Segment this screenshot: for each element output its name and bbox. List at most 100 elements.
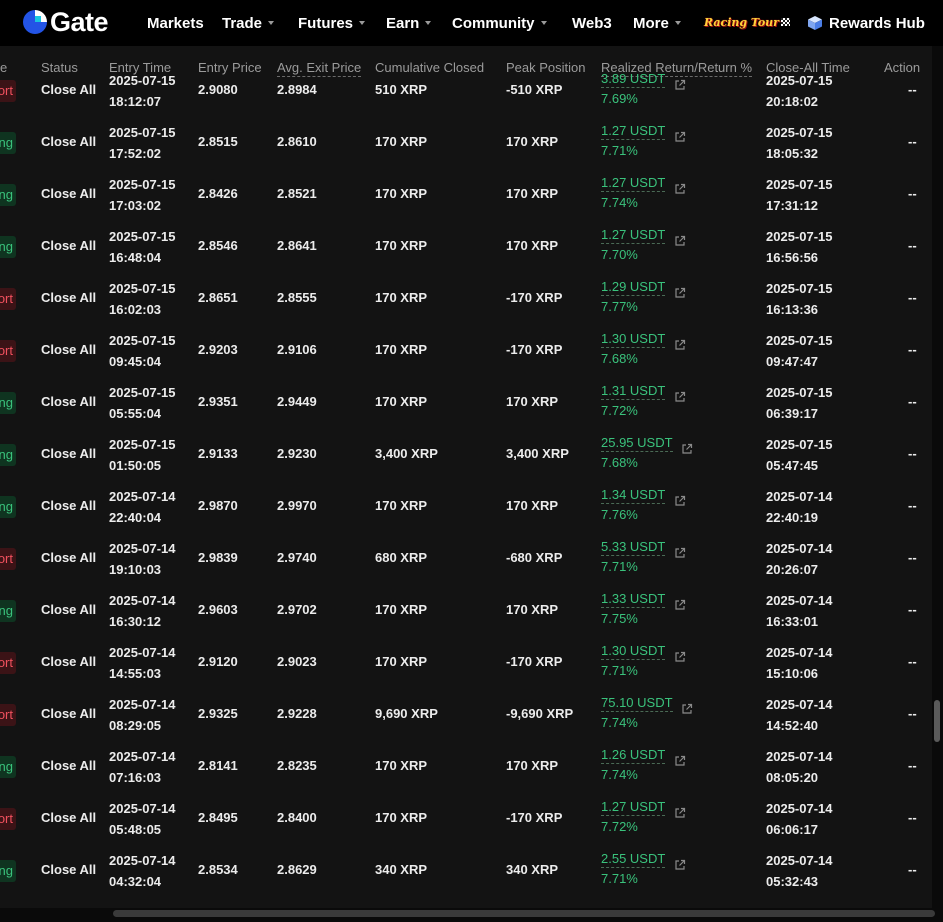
side-badge: ort: [0, 288, 16, 310]
realized-return-amount[interactable]: 1.27 USDT: [601, 798, 666, 816]
share-external-icon[interactable]: [674, 339, 686, 351]
racing-tour-promo[interactable]: Racing Tour: [704, 13, 790, 31]
entry-date: 2025-07-14: [109, 801, 176, 816]
realized-return-percent: 7.75%: [601, 611, 638, 626]
realized-return-amount[interactable]: 25.95 USDT: [601, 434, 673, 452]
close-all-time-cell: 2025-07-14 08:05:20: [766, 746, 833, 788]
share-external-icon[interactable]: [674, 183, 686, 195]
nav-futures[interactable]: Futures: [298, 0, 366, 46]
cumulative-closed-cell: 9,690 XRP: [375, 706, 438, 721]
peak-position-cell: 170 XRP: [506, 498, 559, 513]
share-external-icon[interactable]: [681, 443, 693, 455]
realized-return-amount[interactable]: 1.27 USDT: [601, 122, 666, 140]
entry-time-cell: 2025-07-14 14:55:03: [109, 642, 176, 684]
entry-clock: 04:32:04: [109, 874, 162, 889]
close-clock: 16:33:01: [766, 614, 819, 629]
entry-price-cell: 2.8515: [198, 134, 238, 149]
entry-price-cell: 2.9203: [198, 342, 238, 357]
realized-return-amount[interactable]: 1.33 USDT: [601, 590, 666, 608]
nav-earn[interactable]: Earn: [386, 0, 432, 46]
vertical-scrollbar-track[interactable]: [932, 46, 943, 912]
entry-clock: 22:40:04: [109, 510, 162, 525]
realized-return-amount[interactable]: 1.30 USDT: [601, 330, 666, 348]
close-date: 2025-07-14: [766, 645, 833, 660]
nav-web3[interactable]: Web3: [572, 0, 612, 46]
nav-markets[interactable]: Markets: [147, 0, 204, 46]
realized-return-amount[interactable]: 1.27 USDT: [601, 226, 666, 244]
share-external-icon[interactable]: [674, 79, 686, 91]
share-external-icon[interactable]: [674, 547, 686, 559]
realized-return-amount[interactable]: 1.34 USDT: [601, 486, 666, 504]
share-external-icon[interactable]: [674, 807, 686, 819]
entry-time-cell: 2025-07-15 17:03:02: [109, 174, 176, 216]
share-external-icon[interactable]: [674, 131, 686, 143]
realized-return-amount[interactable]: 1.27 USDT: [601, 174, 666, 192]
side-badge: ort: [0, 704, 16, 726]
share-external-icon[interactable]: [674, 651, 686, 663]
close-clock: 05:32:43: [766, 874, 819, 889]
avg-exit-price-cell: 2.8555: [277, 290, 317, 305]
checkered-flag-icon: [780, 18, 790, 26]
entry-clock: 08:29:05: [109, 718, 162, 733]
horizontal-scrollbar-thumb[interactable]: [113, 910, 935, 917]
entry-price-cell: 2.9325: [198, 706, 238, 721]
entry-date: 2025-07-14: [109, 489, 176, 504]
peak-position-cell: -510 XRP: [506, 82, 563, 97]
close-all-time-cell: 2025-07-15 06:39:17: [766, 382, 833, 424]
share-external-icon[interactable]: [681, 703, 693, 715]
entry-price-cell: 2.8534: [198, 862, 238, 877]
nav-more[interactable]: More: [633, 0, 681, 46]
entry-date: 2025-07-15: [109, 281, 176, 296]
table-row: ort Close All 2025-07-15 16:02:03 2.8651 2.85…: [0, 273, 932, 325]
entry-date: 2025-07-14: [109, 749, 176, 764]
close-clock: 22:40:19: [766, 510, 819, 525]
realized-return-amount[interactable]: 1.29 USDT: [601, 278, 666, 296]
realized-return-cell: 1.27 USDT 7.72%: [601, 798, 666, 837]
share-external-icon[interactable]: [674, 235, 686, 247]
entry-price-cell: 2.8651: [198, 290, 238, 305]
realized-return-amount[interactable]: 1.31 USDT: [601, 382, 666, 400]
table-row: ng Close All 2025-07-14 16:30:12 2.9603 2.970…: [0, 585, 932, 637]
realized-return-amount[interactable]: 2.55 USDT: [601, 850, 666, 868]
peak-position-cell: 170 XRP: [506, 238, 559, 253]
peak-position-cell: 170 XRP: [506, 602, 559, 617]
share-external-icon[interactable]: [674, 755, 686, 767]
entry-clock: 01:50:05: [109, 458, 162, 473]
share-external-icon[interactable]: [674, 859, 686, 871]
realized-return-percent: 7.72%: [601, 819, 638, 834]
share-external-icon[interactable]: [674, 599, 686, 611]
position-history-table: e Status Entry Time Entry Price Avg. Exi…: [0, 46, 932, 912]
status-cell: Close All: [41, 446, 97, 461]
close-clock: 09:47:47: [766, 354, 819, 369]
realized-return-cell: 1.29 USDT 7.77%: [601, 278, 666, 317]
realized-return-amount[interactable]: 1.26 USDT: [601, 746, 666, 764]
realized-return-amount[interactable]: 75.10 USDT: [601, 694, 673, 712]
nav-community[interactable]: Community: [452, 0, 547, 46]
realized-return-amount[interactable]: 3.89 USDT: [601, 70, 666, 88]
entry-time-cell: 2025-07-14 22:40:04: [109, 486, 176, 528]
entry-clock: 16:30:12: [109, 614, 162, 629]
close-clock: 15:10:06: [766, 666, 819, 681]
cumulative-closed-cell: 340 XRP: [375, 862, 428, 877]
entry-price-cell: 2.9120: [198, 654, 238, 669]
action-cell: --: [908, 134, 917, 149]
entry-date: 2025-07-15: [109, 177, 176, 192]
gate-logo[interactable]: Gate: [22, 9, 109, 36]
table-row: ng Close All 2025-07-15 17:52:02 2.8515 2.861…: [0, 117, 932, 169]
close-all-time-cell: 2025-07-15 09:47:47: [766, 330, 833, 372]
avg-exit-price-cell: 2.9106: [277, 342, 317, 357]
nav-trade[interactable]: Trade: [222, 0, 275, 46]
entry-date: 2025-07-15: [109, 385, 176, 400]
close-all-time-cell: 2025-07-14 20:26:07: [766, 538, 833, 580]
share-external-icon[interactable]: [674, 391, 686, 403]
close-date: 2025-07-14: [766, 541, 833, 556]
realized-return-amount[interactable]: 1.30 USDT: [601, 642, 666, 660]
share-external-icon[interactable]: [674, 287, 686, 299]
realized-return-amount[interactable]: 5.33 USDT: [601, 538, 666, 556]
rewards-hub-link[interactable]: Rewards Hub: [807, 0, 925, 46]
share-external-icon[interactable]: [674, 495, 686, 507]
vertical-scrollbar-thumb[interactable]: [934, 700, 940, 742]
table-row: ng Close All 2025-07-14 22:40:04 2.9870 2.997…: [0, 481, 932, 533]
peak-position-cell: -170 XRP: [506, 290, 563, 305]
peak-position-cell: -170 XRP: [506, 810, 563, 825]
